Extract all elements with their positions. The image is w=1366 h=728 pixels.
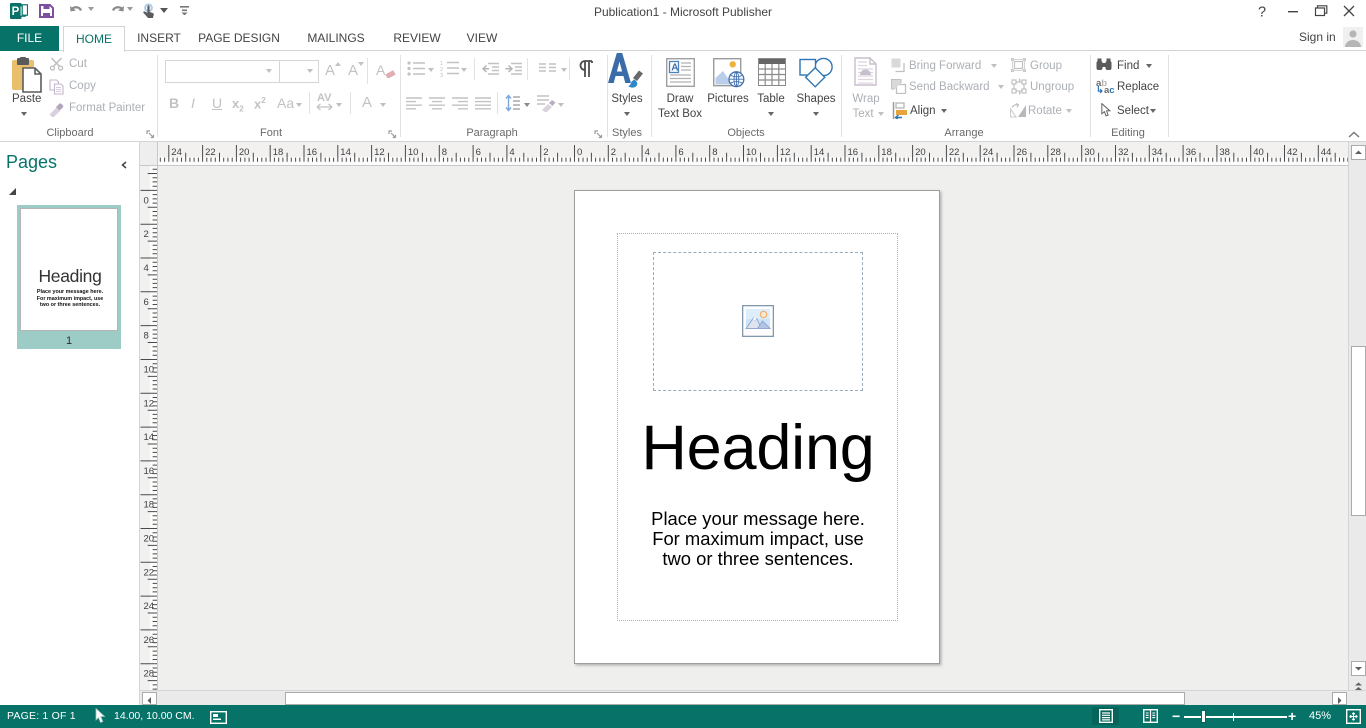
svg-text:10: 10 xyxy=(408,147,419,158)
svg-text:18: 18 xyxy=(273,147,284,158)
svg-text:12: 12 xyxy=(780,147,791,158)
svg-text:14: 14 xyxy=(814,147,825,158)
svg-text:16: 16 xyxy=(307,147,318,158)
svg-text:28: 28 xyxy=(1050,147,1061,158)
svg-text:2: 2 xyxy=(144,229,149,240)
svg-text:24: 24 xyxy=(983,147,994,158)
svg-text:8: 8 xyxy=(144,331,149,342)
svg-text:20: 20 xyxy=(144,534,155,545)
svg-text:28: 28 xyxy=(144,669,155,680)
svg-text:16: 16 xyxy=(848,147,859,158)
svg-text:10: 10 xyxy=(144,365,155,376)
svg-text:2: 2 xyxy=(543,147,548,158)
svg-text:A: A xyxy=(671,63,678,74)
svg-text:24: 24 xyxy=(171,147,182,158)
svg-text:36: 36 xyxy=(1186,147,1197,158)
svg-text:20: 20 xyxy=(239,147,250,158)
svg-text:14: 14 xyxy=(340,147,351,158)
svg-text:26: 26 xyxy=(144,635,155,646)
svg-text:14: 14 xyxy=(144,432,155,443)
svg-text:6: 6 xyxy=(144,297,149,308)
svg-text:4: 4 xyxy=(144,263,149,274)
svg-text:22: 22 xyxy=(949,147,960,158)
svg-text:22: 22 xyxy=(144,567,155,578)
svg-text:16: 16 xyxy=(144,466,155,477)
svg-text:30: 30 xyxy=(1084,147,1095,158)
svg-text:6: 6 xyxy=(678,147,683,158)
svg-text:0: 0 xyxy=(144,195,149,206)
svg-text:10: 10 xyxy=(746,147,757,158)
svg-text:12: 12 xyxy=(144,398,155,409)
svg-text:6: 6 xyxy=(476,147,481,158)
svg-text:12: 12 xyxy=(374,147,385,158)
svg-text:22: 22 xyxy=(205,147,216,158)
svg-text:8: 8 xyxy=(442,147,447,158)
svg-text:18: 18 xyxy=(144,500,155,511)
svg-text:32: 32 xyxy=(1118,147,1129,158)
svg-text:42: 42 xyxy=(1287,147,1298,158)
svg-text:34: 34 xyxy=(1152,147,1163,158)
svg-text:26: 26 xyxy=(1017,147,1028,158)
svg-text:20: 20 xyxy=(915,147,926,158)
svg-text:44: 44 xyxy=(1321,147,1332,158)
svg-text:24: 24 xyxy=(144,601,155,612)
svg-text:4: 4 xyxy=(509,147,514,158)
svg-text:8: 8 xyxy=(712,147,717,158)
svg-text:38: 38 xyxy=(1219,147,1230,158)
svg-text:40: 40 xyxy=(1253,147,1264,158)
svg-text:?: ? xyxy=(1258,5,1266,19)
svg-text:3: 3 xyxy=(440,73,443,77)
svg-text:18: 18 xyxy=(881,147,892,158)
svg-text:2: 2 xyxy=(611,147,616,158)
svg-text:4: 4 xyxy=(645,147,650,158)
svg-text:0: 0 xyxy=(577,147,582,158)
